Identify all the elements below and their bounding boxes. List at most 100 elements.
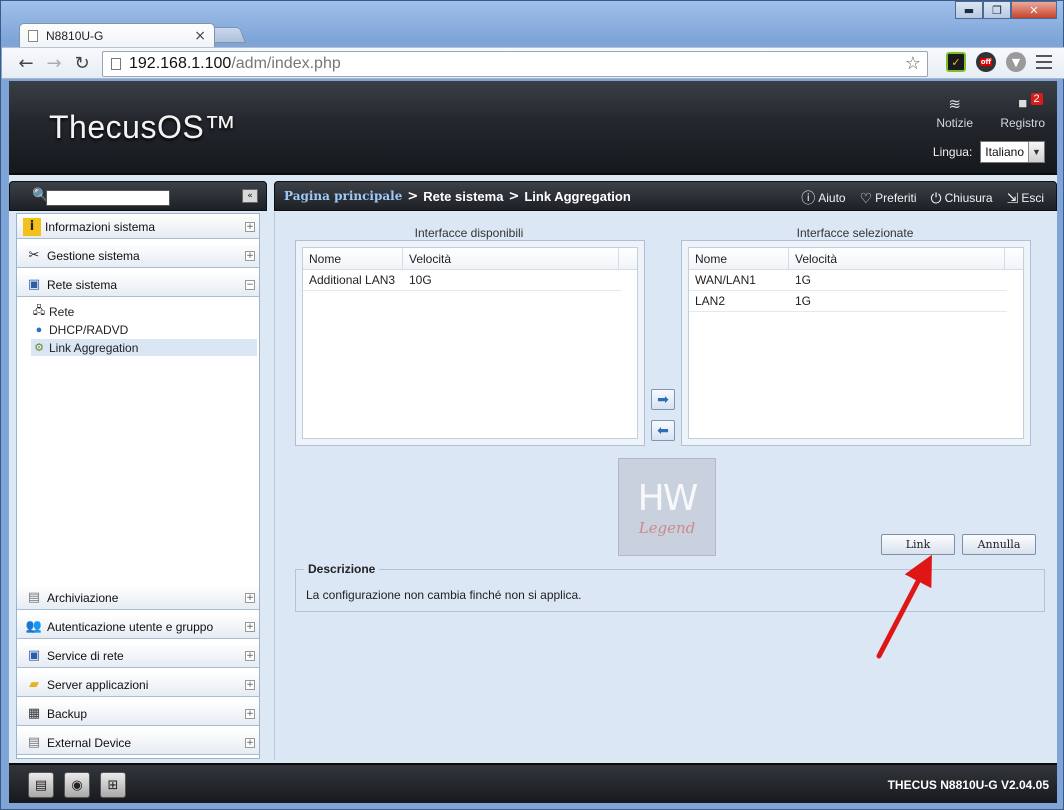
sidebar-item-dhcp[interactable]: ● DHCP/RADVD — [31, 321, 257, 338]
expand-icon[interactable]: + — [245, 250, 255, 261]
interface-name: WAN/LAN1 — [695, 273, 756, 287]
breadcrumb-separator: > — [508, 188, 520, 204]
app-header: ThecusOS™ ≋ Notizie ■ 2 Registro Lingua: … — [9, 81, 1057, 175]
breadcrumb-level1: Rete sistema — [423, 188, 504, 204]
breadcrumb-home[interactable]: Pagina principale — [284, 189, 402, 203]
sidebar-group-gestione[interactable]: ✂ Gestione sistema + — [17, 243, 259, 268]
help-action[interactable]: ⓘ Aiuto — [801, 188, 845, 208]
storage-icon: ▤ — [27, 590, 41, 605]
interface-name: Additional LAN3 — [309, 273, 396, 287]
extension-off-label: off — [979, 58, 993, 66]
sidebar-group-autenticazione[interactable]: 👥 Autenticazione utente e gruppo + — [17, 614, 259, 639]
move-right-arrow-icon[interactable]: ➡ — [651, 389, 675, 410]
browser-tab[interactable]: N8810U-G × — [19, 23, 215, 47]
favorites-action[interactable]: ♡ Preferiti — [860, 188, 917, 208]
globe-icon: ● — [35, 323, 43, 336]
expand-icon[interactable]: + — [245, 221, 255, 232]
sidebar-group-archiviazione[interactable]: ▤ Archiviazione + — [17, 585, 259, 610]
sidebar-item-link-aggregation[interactable]: ⚙ Link Aggregation — [31, 339, 257, 356]
disk-icon[interactable]: ◉ — [64, 772, 90, 798]
sidebar-group-informazioni[interactable]: i Informazioni sistema + — [17, 214, 259, 239]
reload-icon[interactable]: ↻ — [68, 49, 96, 77]
sidebar-group-server-applicazioni[interactable]: ▰ Server applicazioni + — [17, 672, 259, 697]
grid-header: Nome Velocità — [689, 248, 1023, 270]
column-header-name[interactable]: Nome — [689, 248, 789, 269]
log-speech-icon: ■ 2 — [1013, 93, 1043, 113]
users-icon: 👥 — [25, 619, 43, 634]
expand-icon[interactable]: + — [245, 708, 255, 719]
back-arrow-icon[interactable]: ← — [12, 49, 40, 77]
network-cable-icon: 🖧 — [32, 305, 46, 317]
shutdown-action[interactable]: ⏻ Chiusura — [930, 188, 992, 208]
selected-interfaces-title: Interfacce selezionate — [796, 226, 914, 240]
column-header-name[interactable]: Nome — [303, 248, 403, 269]
server-icon[interactable]: ▤ — [28, 772, 54, 798]
page-icon — [28, 29, 38, 42]
sidebar-group-rete[interactable]: ▣ Rete sistema − — [17, 272, 259, 297]
sidebar-item-label: DHCP/RADVD — [49, 322, 129, 337]
sidebar-group-external-device[interactable]: ▤ External Device + — [17, 730, 259, 755]
expand-icon[interactable]: + — [245, 737, 255, 748]
move-left-arrow-icon[interactable]: ⬅ — [651, 420, 675, 441]
breadcrumb-separator: > — [407, 188, 419, 204]
sidebar-item-label: Link Aggregation — [49, 340, 139, 355]
news-label: Notizie — [936, 116, 973, 130]
selected-grid-frame: Nome Velocità WAN/LAN1 1G LAN2 1G — [681, 240, 1031, 446]
minimize-button[interactable]: ▬ — [955, 1, 983, 19]
table-row[interactable]: WAN/LAN1 1G — [689, 270, 1007, 291]
address-bar[interactable]: 192.168.1.100/adm/index.php ☆ — [102, 51, 928, 77]
column-header-speed[interactable]: Velocità — [403, 248, 619, 269]
interface-speed: 1G — [795, 273, 812, 287]
available-interfaces-grid: Nome Velocità Additional LAN3 10G — [302, 247, 638, 439]
help-icon: ⓘ — [801, 190, 816, 206]
language-selector-row: Lingua: Italiano ▼ — [933, 141, 1045, 163]
language-select[interactable]: Italiano ▼ — [980, 141, 1045, 163]
maximize-button[interactable]: ❐ — [983, 1, 1011, 19]
expand-icon[interactable]: + — [245, 621, 255, 632]
extension-shield-icon[interactable]: ▼ — [1006, 52, 1026, 72]
close-window-button[interactable]: ✕ — [1011, 1, 1057, 19]
sidebar-group-label: Backup — [47, 706, 88, 721]
app-footer: ▤ ◉ ⊞ THECUS N8810U-G V2.04.05 — [9, 763, 1057, 803]
description-text: La configurazione non cambia finché non … — [306, 588, 582, 602]
chrome-menu-icon[interactable] — [1036, 55, 1052, 69]
expand-icon[interactable]: + — [245, 592, 255, 603]
header-actions: ⓘ Aiuto ♡ Preferiti ⏻ Chiusura ⇲ Esci — [801, 188, 1044, 208]
exit-icon: ⇲ — [1006, 189, 1019, 206]
heart-icon: ♡ — [859, 189, 873, 206]
sidebar-item-rete[interactable]: 🖧 Rete — [31, 303, 257, 320]
extension-check-icon[interactable]: ✓ — [946, 52, 966, 72]
forward-arrow-icon[interactable]: → — [40, 49, 68, 77]
extension-off-icon[interactable]: off — [976, 52, 996, 72]
tab-close-icon[interactable]: × — [194, 28, 206, 44]
window-controls: ▬ ❐ ✕ — [955, 1, 1057, 19]
sidebar-group-label: External Device — [47, 735, 132, 750]
expand-icon[interactable]: + — [245, 679, 255, 690]
sidebar-group-backup[interactable]: ▦ Backup + — [17, 701, 259, 726]
bookmark-star-icon[interactable]: ☆ — [905, 53, 921, 74]
watermark-logo: HW Legend — [618, 458, 716, 556]
log-link[interactable]: ■ 2 Registro — [1000, 93, 1045, 130]
sidebar-group-label: Autenticazione utente e gruppo — [47, 619, 214, 634]
column-header-speed[interactable]: Velocità — [789, 248, 1005, 269]
network-icon: ▣ — [27, 277, 41, 292]
news-link[interactable]: ≋ Notizie — [936, 95, 973, 130]
cancel-button[interactable]: Annulla — [962, 534, 1036, 555]
sidebar-group-service[interactable]: ▣ Service di rete + — [17, 643, 259, 668]
sidebar-group-label: Service di rete — [47, 648, 124, 663]
available-interfaces-title: Interfacce disponibili — [414, 226, 524, 240]
favorites-label: Preferiti — [875, 191, 917, 205]
thecus-app: ThecusOS™ ≋ Notizie ■ 2 Registro Lingua: … — [9, 81, 1057, 803]
page-info-icon — [111, 58, 121, 70]
sidebar-item-label: Rete — [49, 304, 75, 319]
logout-action[interactable]: ⇲ Esci — [1007, 188, 1044, 208]
interface-speed: 10G — [409, 273, 432, 287]
table-row[interactable]: Additional LAN3 10G — [303, 270, 621, 291]
network-tree-icon[interactable]: ⊞ — [100, 772, 126, 798]
collapse-icon[interactable]: − — [245, 279, 255, 290]
sidebar-search-input[interactable] — [46, 190, 170, 206]
table-row[interactable]: LAN2 1G — [689, 291, 1007, 312]
shutdown-label: Chiusura — [944, 191, 993, 205]
expand-icon[interactable]: + — [245, 650, 255, 661]
collapse-sidebar-button[interactable]: « — [242, 189, 258, 203]
